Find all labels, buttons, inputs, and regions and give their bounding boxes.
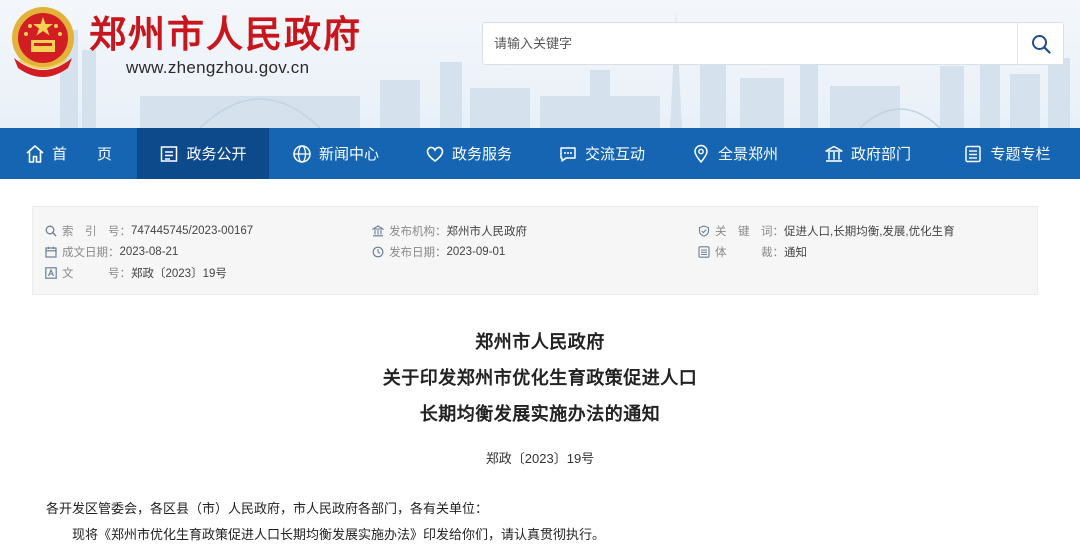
meta-published-date: 发布日期： 2023-09-01 [372, 244, 505, 260]
meta-label: 关 键 词： [715, 226, 784, 238]
chat-icon [560, 146, 576, 162]
nav-item-label: 政府部门 [850, 146, 911, 163]
meta-value: 2023-08-21 [119, 246, 179, 258]
document-title-line-3: 长期均衡发展实施办法的通知 [419, 404, 661, 424]
search-icon [1031, 34, 1051, 54]
document-icon [161, 145, 178, 162]
meta-publisher: 发布机构： 郑州市人民政府 [372, 223, 527, 239]
nav-item-label: 交流互动 [584, 146, 645, 163]
document-number: 郑政〔2023〕19号 [485, 451, 595, 466]
meta-label: 发布机构： [389, 226, 447, 238]
heart-icon [426, 146, 444, 162]
meta-keywords: 关 键 词： 促进人口,长期均衡,发展,优化生育 [698, 223, 955, 239]
nav-item-label: 全景郑州 [717, 146, 778, 163]
document-body-paragraph: 现将《郑州市优化生育政策促进人口长期均衡发展实施办法》印发给你们，请认真贯彻执行… [72, 527, 606, 542]
site-title: 郑州市人民政府 [89, 12, 362, 56]
nav-item-services[interactable]: 政务服务 [402, 128, 535, 179]
site-url: www.zhengzhou.gov.cn [126, 58, 310, 77]
document-title-line-1: 郑州市人民政府 [475, 332, 605, 352]
meta-value: 747445745/2023-00167 [131, 225, 254, 237]
location-icon [694, 144, 708, 163]
search-icon [45, 225, 57, 237]
clock-icon [372, 246, 384, 258]
meta-value: 2023-09-01 [446, 246, 506, 258]
nav-item-label: 政务服务 [451, 146, 512, 163]
document-metadata-panel: 索 引 号： 747445745/2023-00167 成文日期： 2023-0… [32, 206, 1038, 295]
globe-icon [293, 144, 311, 163]
nav-item-interaction[interactable]: 交流互动 [535, 128, 668, 179]
nav-item-panorama[interactable]: 全景郑州 [668, 128, 801, 179]
meta-label: 文 号： [62, 268, 131, 280]
meta-label: 成文日期： [62, 247, 120, 259]
nav-item-departments[interactable]: 政府部门 [801, 128, 934, 179]
nav-item-label: 政务公开 [186, 146, 247, 163]
building-icon [825, 145, 843, 162]
nav-item-label: 专题专栏 [990, 146, 1051, 163]
meta-value: 通知 [784, 247, 807, 259]
list-icon [698, 246, 710, 258]
nav-item-topics[interactable]: 专题专栏 [934, 128, 1080, 179]
site-header: 郑州市人民政府 www.zhengzhou.gov.cn [0, 0, 1080, 128]
meta-value: 郑州市人民政府 [446, 226, 528, 238]
document-title-line-2: 关于印发郑州市优化生育政策促进人口 [382, 368, 698, 388]
search-input[interactable] [483, 23, 1017, 64]
meta-index-number: 索 引 号： 747445745/2023-00167 [45, 223, 253, 239]
search-box [482, 22, 1064, 65]
nav-item-government-affairs[interactable]: 政务公开 [137, 128, 269, 179]
nav-item-home[interactable]: 首 页 [0, 128, 137, 179]
meta-label: 体 裁： [715, 247, 784, 259]
nav-item-label: 新闻中心 [318, 146, 379, 163]
meta-document-number: 文 号： 郑政〔2023〕19号 [45, 265, 227, 281]
meta-value: 促进人口,长期均衡,发展,优化生育 [784, 226, 955, 238]
shield-check-icon [698, 225, 710, 237]
meta-created-date: 成文日期： 2023-08-21 [45, 244, 178, 260]
meta-value: 郑政〔2023〕19号 [131, 268, 227, 280]
nav-item-news[interactable]: 新闻中心 [269, 128, 402, 179]
list-icon [965, 145, 982, 162]
home-icon [26, 144, 44, 163]
meta-label: 发布日期： [389, 247, 447, 259]
search-button[interactable] [1017, 23, 1063, 64]
text-icon [45, 267, 57, 279]
main-navigation: 首 页 政务公开 新闻中心 政务服务 交流互动 全景郑州 政府部门 专题专栏 [0, 128, 1080, 179]
calendar-icon [45, 246, 57, 258]
meta-label: 索 引 号： [62, 226, 131, 238]
nav-item-label: 首 页 [51, 146, 112, 163]
meta-genre: 体 裁： 通知 [698, 244, 807, 260]
building-icon [372, 225, 384, 237]
document-salutation: 各开发区管委会，各区县（市）人民政府，市人民政府各部门，各有关单位： [46, 501, 489, 516]
national-emblem-logo [12, 7, 74, 77]
